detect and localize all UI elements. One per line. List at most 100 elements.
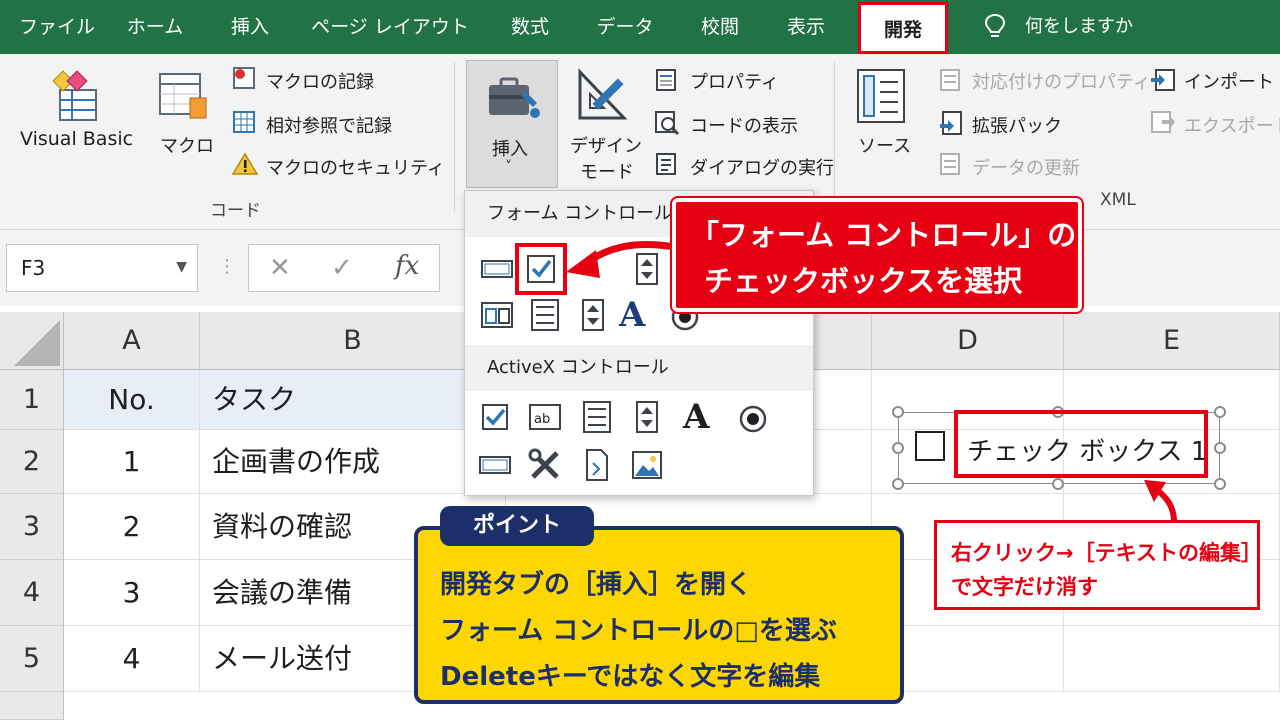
record-macro-button[interactable]: マクロの記録 xyxy=(266,68,374,94)
tab-insert[interactable]: 挿入 xyxy=(214,0,286,54)
expansion-packs-button[interactable]: 拡張パック xyxy=(972,112,1062,138)
map-properties-button: 対応付けのプロパティ xyxy=(972,72,1151,93)
design-mode-label-2[interactable]: モード xyxy=(580,158,634,184)
select-all-corner[interactable] xyxy=(0,312,64,370)
visual-basic-button[interactable]: Visual Basic xyxy=(20,128,133,150)
activex-checkbox-icon[interactable] xyxy=(477,399,513,435)
activex-image-icon[interactable] xyxy=(629,447,665,483)
cell-e5[interactable] xyxy=(1064,626,1280,692)
resize-handle[interactable] xyxy=(892,478,904,490)
activex-listbox-icon[interactable] xyxy=(579,399,615,435)
name-box[interactable]: F3 ▼ xyxy=(6,244,198,292)
macro-security-button[interactable]: マクロのセキュリティ xyxy=(266,154,445,180)
point-line-1: 開発タブの［挿入］を開く xyxy=(440,570,753,600)
cell-a1[interactable]: No. xyxy=(64,370,200,430)
tell-me-search[interactable]: 何をしますか xyxy=(1014,0,1144,54)
group-separator xyxy=(454,62,455,212)
tab-data[interactable]: データ xyxy=(582,0,668,54)
more-controls-tools-icon[interactable] xyxy=(527,447,563,483)
tab-home[interactable]: ホーム xyxy=(112,0,198,54)
checkbox-square[interactable] xyxy=(915,431,945,461)
drag-handle-icon[interactable]: ⋮ xyxy=(218,256,236,277)
macro-icon xyxy=(159,73,207,119)
tip-line-2: で文字だけ消す xyxy=(951,575,1098,599)
chevron-down-icon: ˅ xyxy=(505,159,512,175)
tab-page-layout[interactable]: ページ レイアウト xyxy=(302,0,478,54)
cell-a5[interactable]: 4 xyxy=(64,626,200,692)
tab-view[interactable]: 表示 xyxy=(770,0,842,54)
xml-source-button[interactable]: ソース xyxy=(858,132,911,158)
expansion-packs-icon xyxy=(940,111,962,135)
run-dialog-button[interactable]: ダイアログの実行 xyxy=(690,154,834,180)
activex-spin-button-icon[interactable] xyxy=(629,399,665,435)
column-header-e[interactable]: E xyxy=(1064,312,1280,370)
activex-textbox-icon[interactable]: ab xyxy=(527,399,563,435)
label-highlight-box xyxy=(954,410,1208,478)
tab-formulas[interactable]: 数式 xyxy=(494,0,566,54)
relative-reference-button[interactable]: 相対参照で記録 xyxy=(266,112,392,138)
name-box-value: F3 xyxy=(21,256,46,280)
column-header-a[interactable]: A xyxy=(64,312,200,370)
cell-a4[interactable]: 3 xyxy=(64,560,200,626)
properties-button[interactable]: プロパティ xyxy=(690,68,779,94)
activex-document-icon[interactable] xyxy=(579,447,615,483)
resize-handle[interactable] xyxy=(1052,478,1064,490)
point-line-2: フォーム コントロールの□を選ぶ xyxy=(440,616,837,646)
label-control-icon[interactable]: A xyxy=(619,295,645,335)
refresh-data-button: データの更新 xyxy=(972,158,1080,179)
map-properties-icon xyxy=(940,69,960,91)
chevron-down-icon[interactable]: ▼ xyxy=(176,259,187,275)
cancel-icon[interactable]: ✕ xyxy=(269,253,291,283)
column-header-b[interactable]: B xyxy=(200,312,506,370)
cell-a3[interactable]: 2 xyxy=(64,494,200,560)
design-mode-label-1[interactable]: デザイン xyxy=(570,132,642,158)
lightbulb-icon xyxy=(984,13,1006,37)
record-macro-icon xyxy=(233,67,255,89)
activex-controls-heading: ActiveX コントロール xyxy=(465,345,813,391)
resize-handle[interactable] xyxy=(1214,406,1226,418)
import-button[interactable]: インポート xyxy=(1184,68,1274,94)
activex-label-icon[interactable]: A xyxy=(683,397,709,437)
insert-controls-button[interactable]: 挿入 ˅ xyxy=(466,60,558,188)
activex-option-button-icon[interactable] xyxy=(735,401,771,437)
view-code-icon xyxy=(655,111,680,136)
export-icon xyxy=(1151,111,1175,133)
group-box-icon[interactable] xyxy=(479,297,515,333)
ribbon-tab-bar: ファイル ホーム 挿入 ページ レイアウト 数式 データ 校閲 表示 開発 何を… xyxy=(0,0,1280,54)
button-control-icon[interactable] xyxy=(479,251,515,287)
xml-group-label: XML xyxy=(1100,190,1136,210)
tab-developer[interactable]: 開発 xyxy=(858,2,948,54)
row-header[interactable] xyxy=(0,692,64,720)
view-code-button[interactable]: コードの表示 xyxy=(690,112,798,138)
resize-handle[interactable] xyxy=(892,406,904,418)
column-header-d[interactable]: D xyxy=(872,312,1064,370)
macros-button[interactable]: マクロ xyxy=(160,132,214,158)
scroll-bar-icon[interactable] xyxy=(575,297,611,333)
resize-handle[interactable] xyxy=(892,442,904,454)
tip-arrow-icon xyxy=(1144,480,1177,523)
group-separator xyxy=(834,62,835,212)
row-header[interactable]: 2 xyxy=(0,430,64,494)
xml-source-icon xyxy=(857,69,905,123)
list-box-icon[interactable] xyxy=(527,297,563,333)
cell-b1[interactable]: タスク xyxy=(200,370,506,430)
insert-function-icon[interactable]: fx xyxy=(395,251,419,281)
activex-button-icon[interactable] xyxy=(477,447,513,483)
callout-line-2: チェックボックスを選択 xyxy=(704,264,1023,298)
row-header[interactable]: 4 xyxy=(0,560,64,626)
export-button: エクスポート xyxy=(1184,116,1280,137)
toolbox-icon xyxy=(489,77,540,118)
row-header[interactable]: 5 xyxy=(0,626,64,692)
code-group-label: コード xyxy=(210,201,261,221)
tab-file[interactable]: ファイル xyxy=(10,0,104,54)
enter-icon[interactable]: ✓ xyxy=(331,253,353,283)
cell-b2[interactable]: 企画書の作成 xyxy=(200,430,506,494)
cell-a2[interactable]: 1 xyxy=(64,430,200,494)
row-header[interactable]: 3 xyxy=(0,494,64,560)
callout-line-1: 「フォーム コントロール」の xyxy=(690,218,1077,252)
warning-icon xyxy=(232,152,258,175)
row-header[interactable]: 1 xyxy=(0,370,64,430)
resize-handle[interactable] xyxy=(1214,442,1226,454)
resize-handle[interactable] xyxy=(1214,478,1226,490)
tab-review[interactable]: 校閲 xyxy=(684,0,756,54)
